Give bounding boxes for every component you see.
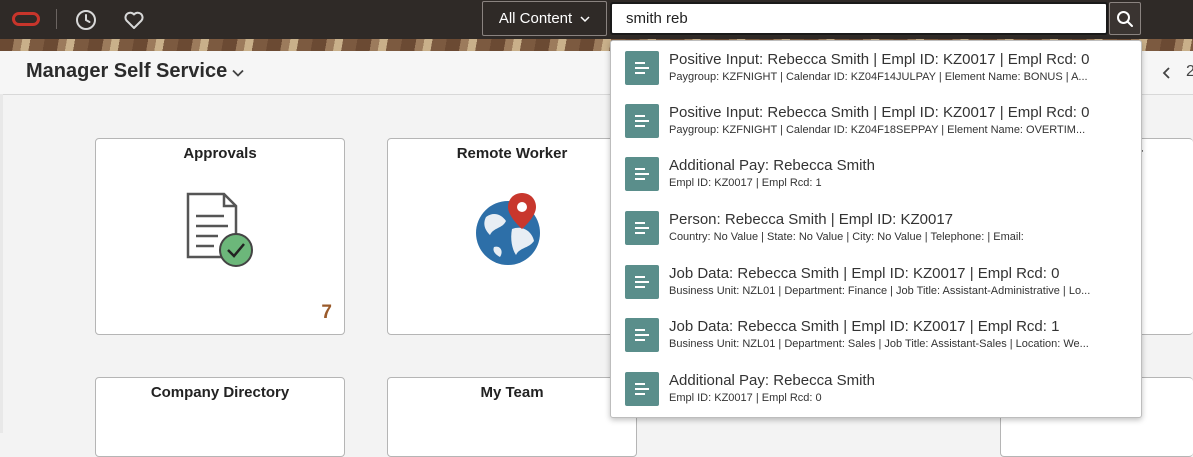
top-bar: All Content (0, 0, 1193, 39)
page-number: 2 (1186, 63, 1193, 80)
tile-remote-worker[interactable]: Remote Worker (387, 138, 637, 335)
tile-title: Remote Worker (456, 145, 568, 162)
search-button[interactable] (1109, 2, 1141, 35)
favorites-heart-icon[interactable] (122, 8, 146, 32)
document-lines-icon (625, 211, 659, 245)
tile-company-directory[interactable]: Company Directory (95, 377, 345, 457)
document-lines-icon (625, 157, 659, 191)
tile-title: My Team (480, 384, 544, 401)
tile-title: Approvals (183, 145, 257, 162)
search-result-item[interactable]: Positive Input: Rebecca Smith | Empl ID:… (611, 41, 1141, 93)
result-details: Country: No Value | State: No Value | Ci… (669, 231, 1024, 243)
result-title: Person: Rebecca Smith | Empl ID: KZ0017 (669, 211, 954, 228)
approvals-count-badge: 7 (321, 302, 332, 323)
approvals-document-check-icon (186, 192, 253, 267)
search-suggestions-dropdown: Positive Input: Rebecca Smith | Empl ID:… (610, 40, 1142, 418)
page-title[interactable]: Manager Self Service (26, 60, 227, 83)
result-details: Business Unit: NZL01 | Department: Sales… (669, 338, 1089, 350)
tile-title: r (1137, 145, 1193, 162)
document-lines-icon (625, 318, 659, 352)
result-details: Paygroup: KZFNIGHT | Calendar ID: KZ04F1… (669, 124, 1086, 136)
result-title: Positive Input: Rebecca Smith | Empl ID:… (669, 51, 1090, 68)
left-edge-strip (0, 94, 3, 433)
search-result-item[interactable]: Additional Pay: Rebecca Smith Empl ID: K… (611, 362, 1141, 414)
search-scope-label: All Content (498, 10, 573, 27)
oracle-logo-icon[interactable] (12, 12, 40, 26)
chevron-left-icon[interactable] (1160, 65, 1174, 81)
result-details: Paygroup: KZFNIGHT | Calendar ID: KZ04F1… (669, 71, 1088, 83)
result-title: Additional Pay: Rebecca Smith (669, 157, 875, 174)
tile-approvals[interactable]: Approvals 7 (95, 138, 345, 335)
result-title: Positive Input: Rebecca Smith | Empl ID:… (669, 104, 1090, 121)
search-result-item[interactable]: Positive Input: Rebecca Smith | Empl ID:… (611, 94, 1141, 146)
search-scope-dropdown[interactable]: All Content (482, 1, 607, 36)
history-icon[interactable] (74, 8, 98, 32)
globe-location-pin-icon (476, 193, 540, 265)
document-lines-icon (625, 372, 659, 406)
result-details: Business Unit: NZL01 | Department: Finan… (669, 285, 1091, 297)
tile-title: Company Directory (150, 384, 290, 401)
tile-my-team[interactable]: My Team (387, 377, 637, 457)
search-result-item[interactable]: Person: Rebecca Smith | Empl ID: KZ0017 … (611, 201, 1141, 253)
search-result-item[interactable]: Additional Pay: Rebecca Smith Empl ID: K… (611, 147, 1141, 199)
result-title: Additional Pay: Rebecca Smith (669, 372, 875, 389)
document-lines-icon (625, 265, 659, 299)
document-lines-icon (625, 51, 659, 85)
result-title: Job Data: Rebecca Smith | Empl ID: KZ001… (669, 265, 1060, 282)
result-title: Job Data: Rebecca Smith | Empl ID: KZ001… (669, 318, 1060, 335)
chevron-down-icon (580, 15, 590, 22)
search-icon (1117, 10, 1133, 27)
search-result-item[interactable]: Job Data: Rebecca Smith | Empl ID: KZ001… (611, 255, 1141, 307)
result-details: Empl ID: KZ0017 | Empl Rcd: 1 (669, 177, 822, 189)
global-search-input[interactable] (610, 2, 1108, 35)
document-lines-icon (625, 104, 659, 138)
search-result-item[interactable]: Job Data: Rebecca Smith | Empl ID: KZ001… (611, 308, 1141, 360)
result-details: Empl ID: KZ0017 | Empl Rcd: 0 (669, 392, 822, 404)
chevron-down-icon[interactable] (232, 67, 244, 79)
topbar-divider (56, 9, 57, 29)
